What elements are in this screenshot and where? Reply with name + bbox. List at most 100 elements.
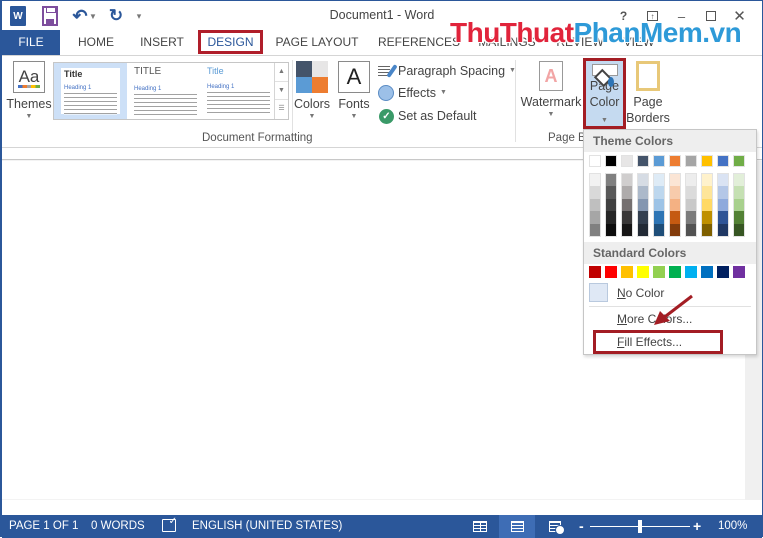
zoom-in-button[interactable]: +: [693, 518, 701, 534]
tint-swatch[interactable]: [686, 174, 696, 187]
theme-color-swatch[interactable]: [621, 155, 633, 167]
standard-color-swatch[interactable]: [717, 266, 729, 278]
more-colors-item[interactable]: More Colors...: [584, 308, 756, 330]
tint-swatch[interactable]: [590, 223, 600, 236]
tint-swatch[interactable]: [590, 198, 600, 212]
tint-swatch[interactable]: [622, 186, 632, 199]
theme-color-swatch[interactable]: [605, 155, 617, 167]
language[interactable]: ENGLISH (UNITED STATES): [192, 520, 342, 532]
tint-swatch[interactable]: [654, 223, 664, 236]
tint-swatch[interactable]: [670, 198, 680, 212]
tint-swatch[interactable]: [734, 186, 744, 199]
theme-color-swatch[interactable]: [589, 155, 601, 167]
tab-design[interactable]: DESIGN: [198, 30, 263, 54]
theme-color-swatch[interactable]: [717, 155, 729, 167]
tint-swatch[interactable]: [734, 223, 744, 236]
theme-color-swatch[interactable]: [637, 155, 649, 167]
tab-home[interactable]: HOME: [70, 30, 122, 55]
tint-swatch[interactable]: [638, 211, 648, 224]
gallery-more-icon[interactable]: ☰: [275, 100, 288, 119]
zoom-out-button[interactable]: -: [579, 518, 584, 534]
zoom-slider[interactable]: [590, 520, 690, 533]
tint-swatch[interactable]: [638, 186, 648, 199]
tint-swatch[interactable]: [654, 174, 664, 187]
gallery-up-icon[interactable]: ▲: [275, 63, 288, 82]
tint-swatch[interactable]: [702, 198, 712, 212]
tint-swatch[interactable]: [686, 198, 696, 212]
theme-color-swatch[interactable]: [669, 155, 681, 167]
tint-swatch[interactable]: [622, 211, 632, 224]
tint-swatch[interactable]: [670, 186, 680, 199]
colors-button[interactable]: Colors ▼: [294, 61, 330, 122]
tint-swatch[interactable]: [702, 186, 712, 199]
style-set-item[interactable]: Title Heading 1: [202, 63, 275, 119]
tint-swatch[interactable]: [734, 211, 744, 224]
tint-swatch[interactable]: [686, 186, 696, 199]
standard-color-swatch[interactable]: [733, 266, 745, 278]
tint-swatch[interactable]: [606, 174, 616, 187]
tint-swatch[interactable]: [654, 186, 664, 199]
tint-swatch[interactable]: [622, 198, 632, 212]
theme-color-swatch[interactable]: [701, 155, 713, 167]
standard-color-swatch[interactable]: [621, 266, 633, 278]
tint-swatch[interactable]: [702, 211, 712, 224]
tint-swatch[interactable]: [718, 211, 728, 224]
tint-swatch[interactable]: [654, 198, 664, 212]
tint-swatch[interactable]: [670, 211, 680, 224]
zoom-slider-thumb[interactable]: [638, 520, 642, 533]
tint-swatch[interactable]: [686, 223, 696, 236]
no-color-item[interactable]: No Color: [584, 282, 756, 304]
word-count[interactable]: 0 WORDS: [91, 520, 145, 532]
themes-button[interactable]: Aa Themes ▼: [6, 61, 52, 122]
tint-swatch[interactable]: [638, 198, 648, 212]
theme-color-swatch[interactable]: [653, 155, 665, 167]
tint-swatch[interactable]: [622, 174, 632, 187]
tint-swatch[interactable]: [606, 186, 616, 199]
tint-swatch[interactable]: [734, 174, 744, 187]
tab-insert[interactable]: INSERT: [132, 30, 192, 55]
zoom-level[interactable]: 100%: [718, 520, 747, 532]
web-layout-button[interactable]: [537, 515, 573, 538]
tint-swatch[interactable]: [638, 223, 648, 236]
tint-swatch[interactable]: [654, 211, 664, 224]
style-set-item[interactable]: Title Heading 1: [54, 63, 127, 119]
tint-swatch[interactable]: [590, 186, 600, 199]
tint-swatch[interactable]: [718, 186, 728, 199]
tint-swatch[interactable]: [606, 223, 616, 236]
proofing-icon[interactable]: [162, 516, 177, 535]
tab-page-layout[interactable]: PAGE LAYOUT: [270, 30, 364, 55]
tint-swatch[interactable]: [606, 211, 616, 224]
theme-color-swatch[interactable]: [685, 155, 697, 167]
style-set-item[interactable]: TITLE Heading 1: [129, 63, 202, 119]
tint-swatch[interactable]: [590, 211, 600, 224]
set-as-default-button[interactable]: ✓ Set as Default: [379, 106, 477, 126]
tint-swatch[interactable]: [670, 174, 680, 187]
tint-swatch[interactable]: [702, 223, 712, 236]
tint-swatch[interactable]: [718, 174, 728, 187]
standard-color-swatch[interactable]: [669, 266, 681, 278]
page-borders-button[interactable]: Page Borders: [626, 61, 670, 126]
tint-swatch[interactable]: [718, 223, 728, 236]
tint-swatch[interactable]: [638, 174, 648, 187]
tint-swatch[interactable]: [590, 174, 600, 187]
standard-color-swatch[interactable]: [605, 266, 617, 278]
tint-swatch[interactable]: [606, 198, 616, 212]
standard-color-swatch[interactable]: [653, 266, 665, 278]
tab-file[interactable]: FILE: [2, 30, 60, 55]
tint-swatch[interactable]: [734, 198, 744, 212]
tint-swatch[interactable]: [702, 174, 712, 187]
standard-color-swatch[interactable]: [685, 266, 697, 278]
watermark-button[interactable]: A Watermark ▼: [520, 61, 582, 120]
read-mode-button[interactable]: [462, 515, 498, 538]
fonts-button[interactable]: A Fonts ▼: [336, 61, 372, 122]
theme-color-swatch[interactable]: [733, 155, 745, 167]
gallery-down-icon[interactable]: ▼: [275, 82, 288, 101]
tint-swatch[interactable]: [622, 223, 632, 236]
paragraph-spacing-button[interactable]: Paragraph Spacing ▼: [378, 61, 516, 81]
standard-color-swatch[interactable]: [701, 266, 713, 278]
tint-swatch[interactable]: [718, 198, 728, 212]
page-count[interactable]: PAGE 1 OF 1: [9, 520, 78, 532]
effects-button[interactable]: Effects ▼: [378, 83, 447, 103]
standard-color-swatch[interactable]: [589, 266, 601, 278]
page-color-button[interactable]: Page Color ▼: [583, 58, 626, 129]
